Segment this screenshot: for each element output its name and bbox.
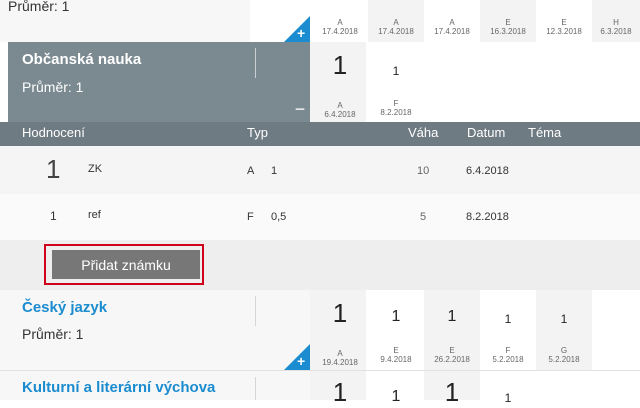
grade-cell[interactable]: 1 <box>424 377 480 408</box>
subject-average: Průměr: 1 <box>22 326 84 342</box>
grade-cell[interactable]: 1 <box>368 388 424 406</box>
column-vaha: Váha <box>408 125 439 140</box>
collapse-button[interactable]: − <box>290 100 310 120</box>
plus-icon: + <box>297 25 306 41</box>
grade-cell[interactable]: E 16.3.2018 <box>480 18 536 36</box>
subject-title[interactable]: Kulturní a literární výchova <box>22 379 215 396</box>
subject-title[interactable]: Občanská nauka <box>22 51 141 68</box>
add-grade-button[interactable]: Přidat známku <box>52 250 200 279</box>
subject-row-kulturni[interactable]: Kulturní a literární výchova 1 1 1 1 <box>0 371 640 407</box>
grade-cell[interactable]: 1 F 5.2.2018 <box>480 312 536 364</box>
grade-cell[interactable]: 1 F 8.2.2018 <box>368 64 424 117</box>
subject-average: Průměr: 1 <box>8 0 70 14</box>
grade-cell[interactable]: 1 E 9.4.2018 <box>368 308 424 364</box>
grade-cell[interactable]: 1 <box>312 377 368 408</box>
grades-table-header: Hodnocení Typ Váha Datum Téma <box>0 122 640 146</box>
add-grade-corner-button[interactable]: + <box>284 344 310 370</box>
column-hodnoceni: Hodnocení <box>22 125 85 140</box>
grade-cell[interactable]: A 17.4.2018 <box>424 18 480 36</box>
grade-cell[interactable]: A 17.4.2018 <box>312 18 368 36</box>
grade-cell[interactable]: 1 A 6.4.2018 <box>312 50 368 119</box>
grade-cell[interactable]: 1 G 5.2.2018 <box>536 312 592 364</box>
subject-row-cesky-jazyk[interactable]: Český jazyk Průměr: 1 + 1 A 19.4.2018 1 E… <box>0 290 640 370</box>
grade-cell[interactable]: 1 E 26.2.2018 <box>424 308 480 364</box>
subject-row-obcanska-nauka[interactable]: Občanská nauka Průměr: 1 − 1 A 6.4.2018 1… <box>0 42 640 122</box>
grade-cell[interactable]: A 17.4.2018 <box>368 18 424 36</box>
column-tema: Téma <box>528 125 562 140</box>
grade-cell[interactable]: E 12.3.2018 <box>536 18 592 36</box>
column-datum: Datum <box>467 125 506 140</box>
table-row[interactable]: 1 ref F 0,5 5 8.2.2018 <box>0 194 640 240</box>
subject-average: Průměr: 1 <box>22 79 84 95</box>
grade-cell[interactable]: 1 A 19.4.2018 <box>312 298 368 367</box>
grade-cell[interactable]: H 6.3.2018 <box>592 18 640 36</box>
grade-cell[interactable]: 1 <box>480 391 536 405</box>
add-grade-corner-button[interactable]: + <box>284 16 310 42</box>
column-typ: Typ <box>247 125 268 140</box>
subject-title[interactable]: Český jazyk <box>22 299 107 316</box>
plus-icon: + <box>297 353 306 369</box>
subject-row-previous: Průměr: 1 + A 17.4.2018 A 17.4.2018 A 17.4.… <box>0 0 640 42</box>
add-grade-area: Přidat známku <box>0 240 640 290</box>
table-row[interactable]: 1 ZK A 1 10 6.4.2018 <box>0 146 640 194</box>
